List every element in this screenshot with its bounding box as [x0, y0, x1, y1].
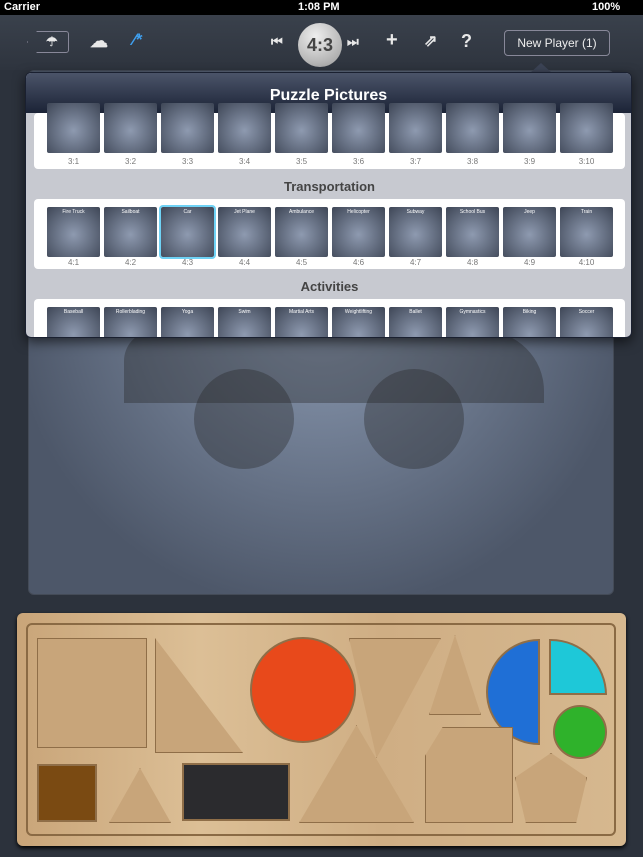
thumbnail-label: 3:5 — [295, 157, 308, 166]
back-button[interactable]: ☂ — [27, 31, 69, 53]
puzzle-thumbnail[interactable]: Yoga — [161, 307, 214, 337]
puzzle-thumbnail[interactable]: Gymnastics — [446, 307, 499, 337]
puzzle-thumbnail[interactable]: Swim — [218, 307, 271, 337]
level-indicator[interactable]: 4:3 — [298, 23, 342, 67]
puzzle-thumbnail[interactable]: School Bus — [446, 207, 499, 257]
magic-wand-icon[interactable]: ⁄* — [133, 30, 142, 50]
toolbar: ☂ ☁ ⁄* ⏮ 4:3 ⏭ + ⇗ ? New Player (1) — [0, 15, 643, 70]
skip-previous-icon[interactable]: ⏮ — [271, 34, 283, 50]
square-slot — [37, 638, 147, 748]
activities-card: Baseball Rollerblading Yoga Swim Martial Art… — [34, 299, 625, 337]
plus-icon[interactable]: + — [386, 29, 398, 52]
section-transportation: Transportation — [283, 179, 375, 194]
trapezoid-slot — [425, 727, 513, 823]
help-icon[interactable]: ? — [461, 31, 472, 52]
transportation-card: Fire Truck 4:1 Sailboat 4:2 Car 4:3 Jet Plane 4… — [34, 199, 625, 269]
puzzle-thumbnail[interactable]: Train — [560, 207, 613, 257]
thumbnail-label: 4:4 — [238, 258, 251, 267]
puzzle-thumbnail[interactable] — [161, 103, 214, 153]
thumbnail-label: 3:10 — [578, 157, 595, 166]
car-wheel — [194, 369, 294, 469]
puzzle-thumbnail[interactable]: Baseball — [47, 307, 100, 337]
puzzle-thumbnail[interactable] — [560, 103, 613, 153]
thumbnail-label: 4:6 — [352, 258, 365, 267]
puzzle-thumbnail[interactable]: Sailboat — [104, 207, 157, 257]
status-bar: Carrier 1:08 PM 100% — [0, 0, 643, 15]
car-wheel — [364, 369, 464, 469]
thumbnail-label: 4:10 — [578, 258, 595, 267]
puzzle-thumbnail[interactable]: Martial Arts — [275, 307, 328, 337]
cloud-icon[interactable]: ☁ — [90, 31, 108, 52]
puzzle-thumbnail[interactable]: Jeep — [503, 207, 556, 257]
player-button[interactable]: New Player (1) — [504, 30, 610, 56]
circle-piece[interactable] — [250, 637, 356, 743]
thumbnail-label: 3:9 — [523, 157, 536, 166]
thumbnail-label: 3:1 — [67, 157, 80, 166]
puzzle-thumbnail[interactable]: Jet Plane — [218, 207, 271, 257]
puzzle-thumbnail[interactable]: Helicopter — [332, 207, 385, 257]
thumbnail-label: 3:6 — [352, 157, 365, 166]
puzzle-thumbnail[interactable]: Car — [159, 205, 216, 259]
section-activities: Activities — [300, 279, 359, 294]
puzzle-thumbnail[interactable] — [104, 103, 157, 153]
thumbnail-label: 3:8 — [466, 157, 479, 166]
puzzle-thumbnail[interactable] — [218, 103, 271, 153]
thumbnail-label: 4:1 — [67, 258, 80, 267]
puzzle-board — [17, 613, 626, 846]
small-circle-piece[interactable] — [553, 705, 607, 759]
rectangle-piece[interactable] — [182, 763, 290, 821]
puzzle-thumbnail[interactable]: Weightlifting — [332, 307, 385, 337]
puzzle-thumbnail[interactable] — [332, 103, 385, 153]
puzzle-pictures-popover: Puzzle Pictures 3:1 3:2 3:3 3:4 3:5 3:6 3:7 3:8… — [25, 72, 632, 338]
puzzle-thumbnail[interactable]: Subway — [389, 207, 442, 257]
row3-card: 3:1 3:2 3:3 3:4 3:5 3:6 3:7 3:8 3:9 3:10 — [34, 103, 625, 169]
umbrella-icon: ☂ — [46, 34, 58, 49]
puzzle-thumbnail[interactable]: Soccer — [560, 307, 613, 337]
puzzle-thumbnail[interactable]: Rollerblading — [104, 307, 157, 337]
thumbnail-label: 3:4 — [238, 157, 251, 166]
thumbnail-label: 4:7 — [409, 258, 422, 267]
thumbnail-label: 3:2 — [124, 157, 137, 166]
battery: 100% — [592, 1, 621, 13]
clock: 1:08 PM — [298, 1, 340, 13]
thumbnail-label: 4:8 — [466, 258, 479, 267]
puzzle-thumbnail[interactable]: Ballet — [389, 307, 442, 337]
thumbnail-label: 3:7 — [409, 157, 422, 166]
puzzle-thumbnail[interactable]: Ambulance — [275, 207, 328, 257]
carrier: Carrier — [4, 1, 41, 13]
skip-next-icon[interactable]: ⏭ — [347, 34, 359, 50]
thumbnail-label: 3:3 — [181, 157, 194, 166]
square-piece[interactable] — [37, 764, 97, 822]
thumbnail-label: 4:5 — [295, 258, 308, 267]
puzzle-thumbnail[interactable] — [446, 103, 499, 153]
thumbnail-label: 4:2 — [124, 258, 137, 267]
puzzle-thumbnail[interactable] — [47, 103, 100, 153]
puzzle-thumbnail[interactable] — [389, 103, 442, 153]
thumbnail-label: 4:9 — [523, 258, 536, 267]
puzzle-thumbnail[interactable]: Fire Truck — [47, 207, 100, 257]
puzzle-thumbnail[interactable]: Biking — [503, 307, 556, 337]
car-silhouette-body — [124, 331, 544, 403]
thumbnail-label: 4:3 — [181, 258, 194, 267]
share-icon[interactable]: ⇗ — [424, 31, 437, 51]
puzzle-thumbnail[interactable] — [275, 103, 328, 153]
puzzle-thumbnail[interactable] — [503, 103, 556, 153]
